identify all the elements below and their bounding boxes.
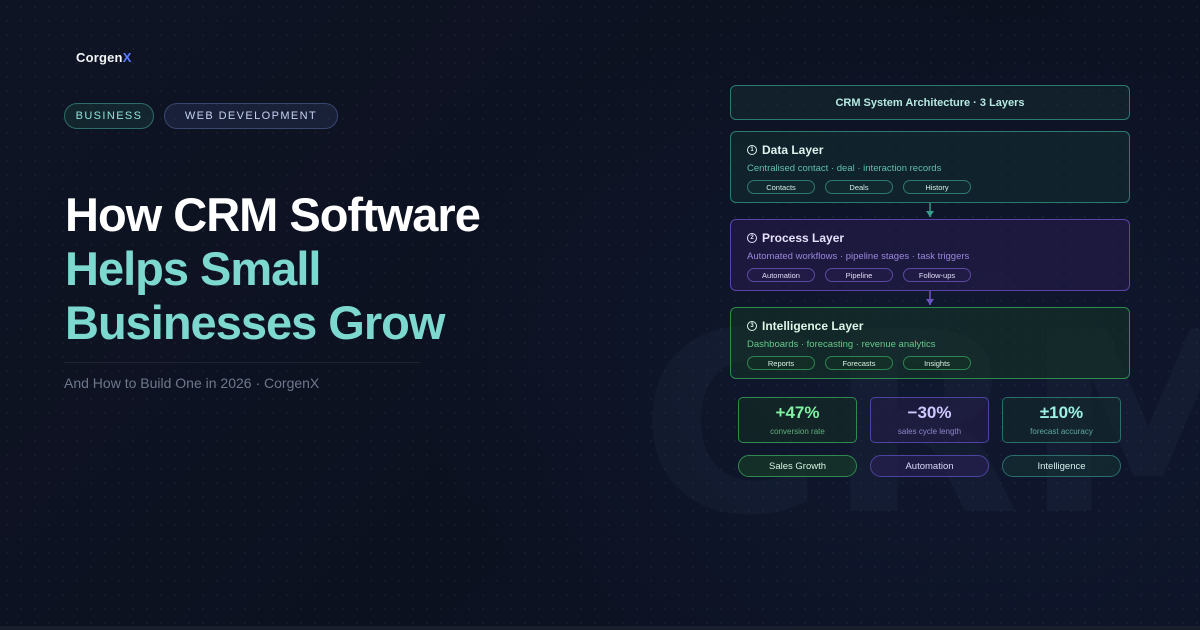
brand-name-accent: X <box>122 50 132 65</box>
number-1-icon: 1 <box>747 145 757 155</box>
number-2-icon: 2 <box>747 233 757 243</box>
brand-name: Corgen <box>76 50 123 65</box>
pill-insights: Insights <box>903 356 971 370</box>
headline-line-2: Helps Small <box>65 242 321 295</box>
pill-contacts: Contacts <box>747 180 815 194</box>
stat-value: +47% <box>775 403 820 422</box>
architecture-header: CRM System Architecture · 3 Layers <box>730 85 1130 120</box>
divider <box>64 362 420 363</box>
data-layer-card: 1 Data Layer Centralised contact · deal … <box>730 131 1130 203</box>
pill-deals: Deals <box>825 180 893 194</box>
stat-label: forecast accuracy <box>1030 427 1093 436</box>
process-layer-card: 2 Process Layer Automated workflows · pi… <box>730 219 1130 291</box>
headline-line-3: Businesses Grow <box>65 296 445 349</box>
layer-title: 3 Intelligence Layer <box>747 319 1113 333</box>
pill-history: History <box>903 180 971 194</box>
pill-pipeline: Pipeline <box>825 268 893 282</box>
tag-web-development[interactable]: WEB DEVELOPMENT <box>164 103 338 129</box>
stat-card-conversion: +47% conversion rate <box>738 397 857 443</box>
layer-pills: Automation Pipeline Follow-ups <box>747 268 1113 282</box>
arrow-down-icon <box>926 299 934 305</box>
layer-description: Dashboards · forecasting · revenue analy… <box>747 339 936 350</box>
layer-pills: Reports Forecasts Insights <box>747 356 1113 370</box>
stat-value: ±10% <box>1039 403 1084 422</box>
stat-card-sales-cycle: −30% sales cycle length <box>870 397 989 443</box>
pill-follow-ups: Follow-ups <box>903 268 971 282</box>
layer-title-text: Data Layer <box>762 143 824 157</box>
layer-title-text: Process Layer <box>762 231 845 245</box>
stat-value: −30% <box>907 403 952 422</box>
stat-card-forecast: ±10% forecast accuracy <box>1002 397 1121 443</box>
layer-title: 1 Data Layer <box>747 143 1113 157</box>
badge-automation: Automation <box>870 455 989 477</box>
stat-label: conversion rate <box>770 427 825 436</box>
pill-automation: Automation <box>747 268 815 282</box>
page-title: How CRM Software Helps Small Businesses … <box>65 188 481 350</box>
bottom-bar <box>0 626 1200 630</box>
badge-intelligence: Intelligence <box>1002 455 1121 477</box>
layer-title-text: Intelligence Layer <box>762 319 864 333</box>
arrow-down-icon <box>926 211 934 217</box>
pill-reports: Reports <box>747 356 815 370</box>
badge-sales-growth: Sales Growth <box>738 455 857 477</box>
headline-line-1: How CRM Software <box>65 188 481 241</box>
brand-logo[interactable]: CorgenX <box>76 50 132 65</box>
layer-description: Centralised contact · deal · interaction… <box>747 163 942 174</box>
layer-pills: Contacts Deals History <box>747 180 1113 194</box>
tag-business[interactable]: BUSINESS <box>64 103 154 129</box>
subtitle: And How to Build One in 2026 · CorgenX <box>64 375 320 391</box>
category-tags: BUSINESS WEB DEVELOPMENT <box>64 103 338 129</box>
number-3-icon: 3 <box>747 321 757 331</box>
intelligence-layer-card: 3 Intelligence Layer Dashboards · foreca… <box>730 307 1130 379</box>
layer-title: 2 Process Layer <box>747 231 1113 245</box>
layer-description: Automated workflows · pipeline stages · … <box>747 251 970 262</box>
stat-label: sales cycle length <box>897 427 962 436</box>
pill-forecasts: Forecasts <box>825 356 893 370</box>
